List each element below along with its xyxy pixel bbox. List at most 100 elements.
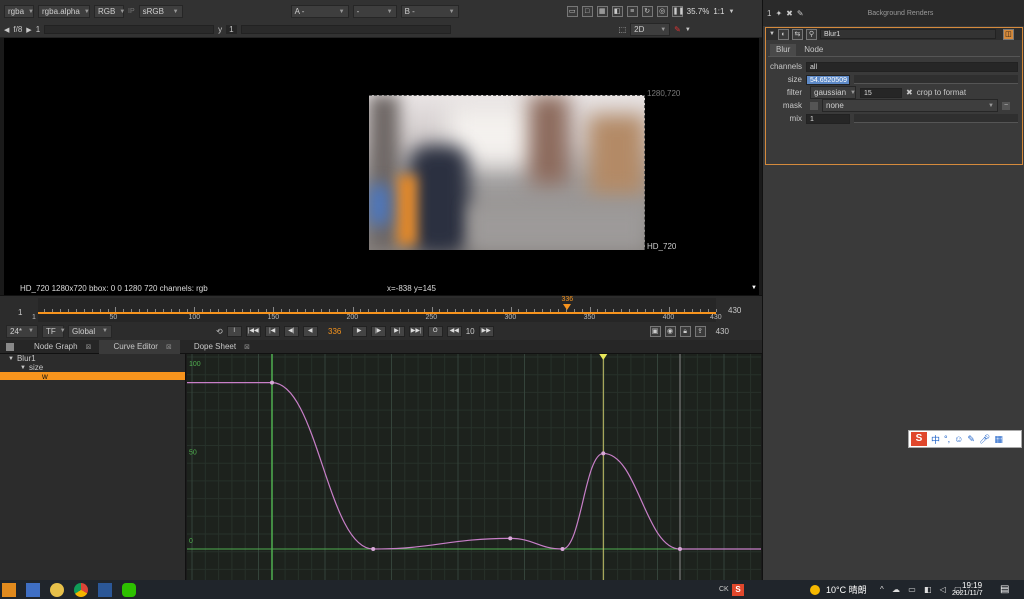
last-frame-button[interactable]: ▶▶| <box>408 325 424 337</box>
clock-time[interactable]: 19:19 <box>962 581 982 590</box>
node-color-icon[interactable]: ◐ <box>777 28 789 40</box>
mix-slider[interactable] <box>854 114 1018 123</box>
tab-node[interactable]: Node <box>798 44 829 56</box>
tab-dope-sheet[interactable]: Dope Sheet ⊠ <box>180 340 258 354</box>
notification-icon[interactable]: ▤ <box>1000 584 1009 595</box>
lut-dropdown[interactable]: sRGB ▼ <box>138 5 183 18</box>
menu-icon[interactable]: ≡ <box>626 6 638 17</box>
timeline-start[interactable]: 1 <box>18 308 22 317</box>
expand-icon[interactable]: ▼ <box>20 365 26 371</box>
range-mode-dropdown[interactable]: Global ▼ <box>68 324 112 338</box>
size-slider[interactable] <box>854 75 1018 84</box>
playhead[interactable] <box>563 304 572 310</box>
sogou-logo-icon[interactable]: S <box>911 432 927 446</box>
wechat-icon[interactable] <box>122 582 136 597</box>
in-point-button[interactable]: I <box>226 325 242 337</box>
viewer-canvas[interactable]: 1280,720 HD_720 <box>4 38 759 281</box>
grid-icon[interactable]: ▦ <box>994 434 1003 445</box>
pixel-ratio[interactable]: 1:1 <box>713 7 724 16</box>
loop-icon[interactable]: ⟲ <box>216 327 223 336</box>
mic-icon[interactable]: 🎤︎ <box>979 434 990 445</box>
view-mode-dropdown[interactable]: 2D ▼ <box>630 23 671 36</box>
keyframe-point[interactable] <box>678 547 682 551</box>
zoom-level[interactable]: 35.7% <box>687 7 710 16</box>
gain-slider[interactable] <box>44 25 215 34</box>
display-dropdown[interactable]: RGB ▼ <box>94 5 125 18</box>
frame-ruler[interactable]: 1 50 100 150 200 250 300 350 400 430 336 <box>32 296 722 322</box>
tab-blur[interactable]: Blur <box>770 44 797 56</box>
punctuation-icon[interactable]: °, <box>944 434 950 444</box>
tray-text[interactable]: CK <box>719 586 729 593</box>
checkbox-checked-icon[interactable]: ✖ <box>906 88 913 97</box>
keyframe-point[interactable] <box>270 380 274 385</box>
pin-icon[interactable]: ✦ <box>775 9 782 18</box>
current-frame-field[interactable]: 336 <box>322 327 348 336</box>
close-icon[interactable]: ⊠ <box>166 343 172 351</box>
chevron-down-icon[interactable]: ▼ <box>685 27 691 33</box>
background-renders-tab[interactable]: Background Renders <box>868 10 934 17</box>
clock-date[interactable]: 2021/11/7 <box>952 590 983 597</box>
gamma-value[interactable]: 1 <box>226 25 237 34</box>
overlay-icon[interactable]: ◧ <box>611 6 623 17</box>
word-icon[interactable] <box>98 582 112 597</box>
size-field[interactable]: 54.6520509 <box>806 74 850 85</box>
pen-icon[interactable]: ✎ <box>967 434 975 445</box>
gain-value[interactable]: 1 <box>36 25 40 34</box>
weather-text[interactable]: 10°C 晴朗 <box>826 583 867 596</box>
timeline-end-field[interactable]: 430 <box>716 327 729 336</box>
skip-forward-button[interactable]: ▶▶ <box>478 325 494 337</box>
quality-field[interactable]: 15 <box>860 87 902 98</box>
chrome-icon[interactable] <box>74 582 88 597</box>
tree-knob-row[interactable]: ▼ size <box>0 363 185 372</box>
curve-editor-canvas[interactable]: 100 50 0 <box>187 354 761 580</box>
alpha-channel-dropdown[interactable]: rgba.alpha ▼ <box>38 5 90 18</box>
channels-dropdown[interactable]: rgba ▼ <box>4 5 34 18</box>
mask-dropdown[interactable]: none ▼ <box>822 99 998 112</box>
collapse-icon[interactable]: ▼ <box>769 31 775 37</box>
curve-graph[interactable]: 100 50 0 <box>187 354 761 580</box>
animation-curve[interactable] <box>187 382 761 550</box>
region-icon[interactable]: ⬚ <box>619 25 627 34</box>
comp-op-dropdown[interactable]: - ▼ <box>352 5 397 18</box>
step-back-button[interactable]: ◀| <box>283 325 299 337</box>
step-forward-button[interactable]: |▶ <box>370 325 386 337</box>
tree-channel-row-selected[interactable]: w <box>0 372 185 381</box>
zebra-icon[interactable]: ▦ <box>596 6 608 17</box>
close-icon[interactable]: ⊠ <box>244 343 250 351</box>
prev-key-button[interactable]: |◀ <box>264 325 280 337</box>
app-icon[interactable] <box>26 582 40 597</box>
expand-icon[interactable]: ▼ <box>8 356 14 362</box>
float-icon[interactable]: ⇆ <box>791 28 803 40</box>
filter-dropdown[interactable]: gaussian ▼ <box>810 86 856 99</box>
fps-dropdown[interactable]: 24* ▼ <box>6 324 38 338</box>
keyframe-point[interactable] <box>371 547 376 551</box>
next-key-button[interactable]: ▶| <box>389 325 405 337</box>
chevron-down-icon[interactable]: ▼ <box>728 9 734 15</box>
bookmark-icon[interactable]: ⚲ <box>805 28 817 40</box>
capture-icon[interactable]: ◉ <box>664 325 676 337</box>
skip-back-button[interactable]: ◀◀ <box>446 325 462 337</box>
sogou-tray-icon[interactable]: S <box>732 583 744 596</box>
app-icon[interactable] <box>50 582 64 597</box>
timeline-end[interactable]: 430 <box>728 306 741 315</box>
lock-icon[interactable]: 🔒︎ <box>679 325 691 337</box>
play-forward-button[interactable]: ▶ <box>351 325 367 337</box>
export-icon[interactable]: ⇪ <box>694 325 706 337</box>
panel-menu-icon[interactable] <box>6 342 14 351</box>
keyframe-point[interactable] <box>508 536 513 541</box>
clip-icon[interactable]: □ <box>581 6 593 17</box>
checkbox-icon[interactable] <box>810 101 818 110</box>
pen-icon[interactable]: ✎ <box>797 9 804 18</box>
minus-icon[interactable]: − <box>1002 101 1010 110</box>
keyframe-point[interactable] <box>601 451 606 456</box>
roi-icon[interactable]: ▭ <box>566 6 578 17</box>
ip-icon[interactable]: IP <box>128 8 135 15</box>
pause-icon[interactable]: ❚❚ <box>671 6 684 17</box>
a-input-dropdown[interactable]: A - ▼ <box>290 5 349 18</box>
tf-dropdown[interactable]: TF ▼ <box>42 324 66 338</box>
target-icon[interactable]: ◎ <box>656 6 668 17</box>
emoji-icon[interactable]: ☺ <box>954 434 963 444</box>
keyframe-point[interactable] <box>560 547 565 551</box>
first-frame-button[interactable]: |◀◀ <box>245 325 261 337</box>
mix-field[interactable]: 1 <box>806 113 850 124</box>
